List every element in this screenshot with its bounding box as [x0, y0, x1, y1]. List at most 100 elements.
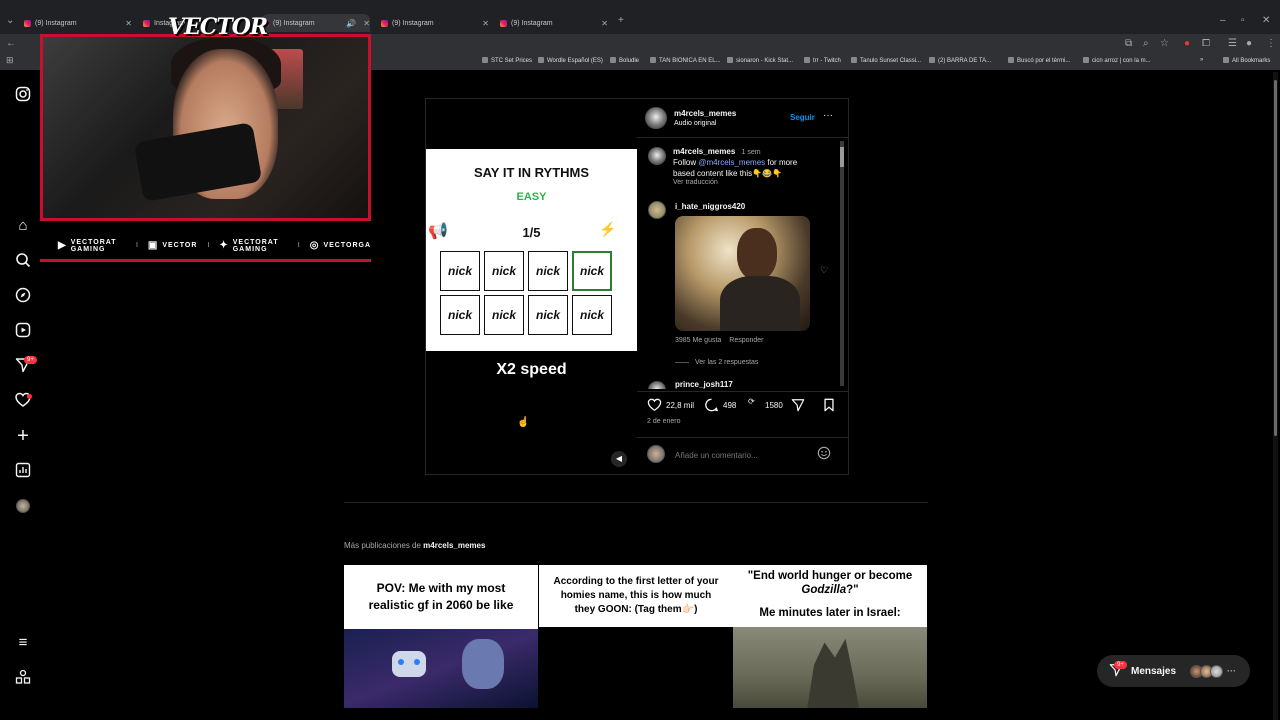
more-options-icon[interactable]: ···	[823, 110, 833, 121]
like-icon[interactable]	[647, 398, 662, 414]
thumb-image	[344, 629, 538, 708]
sidepanel-icon[interactable]: ☰	[1228, 38, 1237, 49]
emoji-icon[interactable]	[817, 446, 831, 465]
menu-icon[interactable]: ≡	[14, 634, 32, 652]
share-icon[interactable]	[791, 398, 805, 414]
comment-likes[interactable]: 3985 Me gusta	[675, 337, 721, 344]
more-post-thumb-1[interactable]: POV: Me with my most realistic gf in 206…	[344, 565, 538, 708]
bookmarks-overflow-icon[interactable]: »	[1200, 57, 1203, 63]
reply-button[interactable]: Responder	[729, 337, 763, 344]
dashboard-icon[interactable]	[14, 462, 32, 480]
caption-avatar[interactable]	[648, 147, 666, 165]
avatar	[1210, 664, 1224, 678]
extensions-puzzle-icon[interactable]: ⧠	[1202, 38, 1210, 49]
social-label: VECTORAT GAMING	[70, 238, 117, 253]
commenter-avatar[interactable]	[648, 201, 666, 219]
man-head	[462, 639, 504, 689]
comment-like-icon[interactable]: ♡	[820, 265, 828, 276]
bookmark-item[interactable]: Buscó por el térmi...	[1008, 57, 1070, 64]
comment-icon[interactable]	[704, 398, 719, 414]
social-bar: ▶ VECTORAT GAMING I ▣ VECTOR I ✦ VECTORAT G…	[40, 232, 371, 262]
like-count[interactable]: 22,8 mil	[666, 401, 694, 410]
messages-pill[interactable]: Mensajes ···	[1097, 655, 1250, 687]
view-replies[interactable]: Ver las 2 respuestas	[675, 359, 758, 366]
instagram-logo-icon[interactable]	[14, 86, 32, 104]
create-icon[interactable]: +	[14, 426, 32, 446]
post-video[interactable]: SAY IT IN RYTHMS EASY 📢 ⚡ 1/5 nick nick …	[426, 99, 637, 474]
profile-avatar[interactable]	[16, 499, 30, 513]
comment-count[interactable]: 498	[723, 401, 736, 410]
close-tab-icon[interactable]: ✕	[363, 19, 370, 28]
profile-icon[interactable]: ●	[1246, 38, 1252, 49]
close-tab-icon[interactable]: ✕	[125, 19, 132, 28]
bookmark-item[interactable]: Boludle	[610, 57, 639, 64]
more-post-thumb-3[interactable]: "End world hunger or become Godzilla?" M…	[733, 565, 927, 708]
twitter-icon: ✦	[219, 240, 229, 251]
back-icon[interactable]: ←	[6, 38, 16, 49]
tab-5[interactable]: (9) Instagram ✕	[500, 14, 608, 32]
search-icon[interactable]	[14, 252, 32, 270]
close-tab-icon[interactable]: ✕	[482, 19, 489, 28]
more-icon[interactable]	[14, 669, 32, 687]
close-tab-icon[interactable]: ✕	[601, 19, 608, 28]
social-label: VECTORAT GAMING	[232, 238, 279, 253]
bookmark-item[interactable]: trr - Twitch	[804, 57, 841, 64]
follow-button[interactable]: Seguir	[790, 113, 815, 122]
message-avatars	[1190, 664, 1224, 678]
next-commenter-avatar[interactable]	[648, 381, 666, 389]
commenter-username[interactable]: i_hate_niggros420	[675, 202, 745, 211]
image-person-body	[720, 276, 800, 331]
caption-mention[interactable]: @m4rcels_memes	[698, 158, 765, 167]
bookmark-item[interactable]: (2) BARRA DE TA...	[929, 57, 991, 64]
caption-line-2: Me minutes later in Israel:	[759, 607, 901, 619]
extension-icon[interactable]: ●	[1184, 38, 1190, 49]
all-bookmarks[interactable]: All Bookmarks	[1223, 57, 1270, 64]
new-tab-button[interactable]: +	[618, 15, 624, 26]
more-post-thumb-2[interactable]: According to the first letter of your ho…	[539, 565, 733, 708]
minimize-icon[interactable]: –	[1220, 15, 1226, 26]
repost-icon[interactable]: ⟳	[748, 397, 755, 406]
page-scrollbar-thumb[interactable]	[1274, 80, 1277, 436]
bookmark-item[interactable]: STC Set Prices	[482, 57, 532, 64]
comments-scrollbar[interactable]	[840, 141, 844, 386]
author-avatar[interactable]	[645, 107, 667, 129]
social-instagram: ◎ VECTORGA	[310, 240, 371, 251]
screenshot-icon[interactable]: ⧉	[1125, 38, 1132, 49]
tab-search-icon[interactable]: ⌄	[6, 15, 14, 26]
tab-label: (9) Instagram	[511, 19, 553, 27]
volume-icon[interactable]: ◀	[611, 451, 627, 467]
author-username[interactable]: m4rcels_memes	[674, 109, 736, 118]
kebab-menu-icon[interactable]: ⋮	[1266, 38, 1276, 49]
repost-count[interactable]: 1580	[765, 401, 783, 410]
comment-input[interactable]	[673, 448, 807, 462]
maximize-icon[interactable]: ▫	[1241, 15, 1245, 26]
divider	[637, 391, 848, 392]
tab-3-active[interactable]: (9) Instagram 🔊 ✕	[262, 14, 370, 32]
home-icon[interactable]: ⌂	[14, 217, 32, 235]
thumb-caption: POV: Me with my most realistic gf in 206…	[344, 565, 538, 629]
translate-link[interactable]: Ver traducción	[673, 179, 718, 186]
save-icon[interactable]	[823, 398, 835, 414]
bookmark-item[interactable]: Tanulo Sunset Classi...	[851, 57, 921, 64]
speaker-icon[interactable]: 🔊	[346, 19, 356, 28]
reels-icon[interactable]	[14, 322, 32, 340]
bookmark-item[interactable]: cicn arroz | con la m...	[1083, 57, 1151, 64]
caption-text-pre: Follow	[673, 158, 699, 167]
zoom-icon[interactable]: ⌕	[1143, 38, 1149, 49]
next-commenter-username[interactable]: prince_josh117	[675, 380, 733, 389]
game-difficulty: EASY	[516, 191, 547, 203]
audio-label[interactable]: Audio original	[674, 120, 716, 127]
close-window-icon[interactable]: ✕	[1262, 15, 1270, 26]
star-icon[interactable]: ☆	[1160, 38, 1169, 49]
tab-1[interactable]: (9) Instagram ✕	[24, 14, 132, 32]
bookmark-item[interactable]: TAN BIONICA EN EL...	[650, 57, 721, 64]
apps-icon[interactable]: ⊞	[6, 55, 14, 66]
comments-list[interactable]: m4rcels_memes 1 sem Follow @m4rcels_meme…	[637, 139, 848, 389]
more-posts-user[interactable]: m4rcels_memes	[423, 541, 485, 550]
bookmark-item[interactable]: sionaron - Kick Stat...	[727, 57, 793, 64]
caption-username[interactable]: m4rcels_memes	[673, 147, 735, 156]
explore-icon[interactable]	[14, 287, 32, 305]
bookmark-item[interactable]: Wordle Español (ES)	[538, 57, 603, 64]
scrollbar-thumb[interactable]	[840, 147, 844, 167]
tab-4[interactable]: (9) Instagram ✕	[381, 14, 489, 32]
